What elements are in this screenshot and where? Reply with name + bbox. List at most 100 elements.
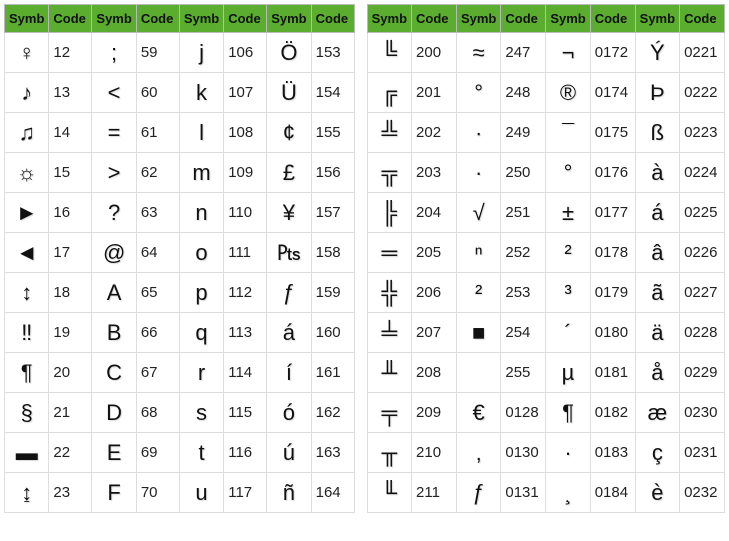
symbol-cell: E	[92, 433, 136, 473]
code-cell: 0172	[590, 33, 635, 73]
code-cell: 252	[501, 233, 546, 273]
code-cell: 164	[311, 473, 354, 513]
symbol-cell: ´	[546, 313, 590, 353]
symbol-cell: á	[635, 193, 679, 233]
code-cell: 0230	[680, 393, 725, 433]
symbol-cell: ╧	[367, 313, 411, 353]
symbol-cell: ₧	[267, 233, 311, 273]
symbol-cell: ■	[456, 313, 500, 353]
symbol-cell: ;	[92, 33, 136, 73]
symbol-cell: â	[635, 233, 679, 273]
symbol-cell: ñ	[267, 473, 311, 513]
code-cell: 206	[412, 273, 457, 313]
code-cell: 107	[224, 73, 267, 113]
symbol-cell: C	[92, 353, 136, 393]
code-cell: 0225	[680, 193, 725, 233]
table-row: ↕18A65p112ƒ159	[5, 273, 355, 313]
code-cell: 0231	[680, 433, 725, 473]
code-cell: 60	[136, 73, 179, 113]
symbol-cell: <	[92, 73, 136, 113]
table-row: §21D68s115ó162	[5, 393, 355, 433]
col-header-symb: Symb	[635, 5, 679, 33]
code-cell: 248	[501, 73, 546, 113]
code-cell: 70	[136, 473, 179, 513]
code-cell: 0222	[680, 73, 725, 113]
symbol-cell: l	[179, 113, 223, 153]
code-cell: 22	[49, 433, 92, 473]
code-cell: 59	[136, 33, 179, 73]
col-header-code: Code	[412, 5, 457, 33]
symbol-cell: ²	[456, 273, 500, 313]
symbol-cell: ¸	[546, 473, 590, 513]
table-row: ►16?63n110¥157	[5, 193, 355, 233]
table-row: ╦203·250°0176à0224	[367, 153, 724, 193]
symbol-cell: á	[267, 313, 311, 353]
symbol-cell: ╥	[367, 433, 411, 473]
symbol-cell: ·	[456, 153, 500, 193]
code-cell: 254	[501, 313, 546, 353]
col-header-symb: Symb	[367, 5, 411, 33]
symbol-cell: m	[179, 153, 223, 193]
code-cell: 68	[136, 393, 179, 433]
symbol-cell: °	[456, 73, 500, 113]
code-cell: 0184	[590, 473, 635, 513]
table-header-row: SymbCodeSymbCodeSymbCodeSymbCode	[367, 5, 724, 33]
code-cell: 250	[501, 153, 546, 193]
table-row: ╬206²253³0179ã0227	[367, 273, 724, 313]
code-cell: 154	[311, 73, 354, 113]
symbol-cell: Ý	[635, 33, 679, 73]
col-header-code: Code	[501, 5, 546, 33]
symbol-cell: ƒ	[267, 273, 311, 313]
symbol-cell: à	[635, 153, 679, 193]
code-cell: 209	[412, 393, 457, 433]
symbol-cell: °	[546, 153, 590, 193]
symbol-cell: ‚	[456, 433, 500, 473]
symbol-cell: ╩	[367, 113, 411, 153]
symbol-cell: p	[179, 273, 223, 313]
code-cell: 63	[136, 193, 179, 233]
code-cell: 255	[501, 353, 546, 393]
symbol-cell: ≈	[456, 33, 500, 73]
table-row: ╥210‚0130·0183ç0231	[367, 433, 724, 473]
table-row: ♫14=61l108¢155	[5, 113, 355, 153]
table-row: ♀12;59j106Ö153	[5, 33, 355, 73]
symbol-cell: ↨	[5, 473, 49, 513]
code-cell: 249	[501, 113, 546, 153]
symbol-cell: r	[179, 353, 223, 393]
code-cell: 69	[136, 433, 179, 473]
symbol-cell: ã	[635, 273, 679, 313]
symbol-cell: ╚	[367, 33, 411, 73]
symbol-cell: B	[92, 313, 136, 353]
symbol-cell: ╙	[367, 473, 411, 513]
code-cell: 0128	[501, 393, 546, 433]
symbol-cell: ╨	[367, 353, 411, 393]
symbol-cell: ╦	[367, 153, 411, 193]
symbol-cell: ¥	[267, 193, 311, 233]
table-row: ¶20C67r114í161	[5, 353, 355, 393]
code-cell: 247	[501, 33, 546, 73]
symbol-cell: s	[179, 393, 223, 433]
code-cell: 12	[49, 33, 92, 73]
code-cell: 65	[136, 273, 179, 313]
symbol-cell: ¯	[546, 113, 590, 153]
symbol-cell: t	[179, 433, 223, 473]
code-cell: 0131	[501, 473, 546, 513]
code-cell: 23	[49, 473, 92, 513]
code-cell: 0223	[680, 113, 725, 153]
symbol-cell: ╠	[367, 193, 411, 233]
code-cell: 211	[412, 473, 457, 513]
code-cell: 111	[224, 233, 267, 273]
code-cell: 158	[311, 233, 354, 273]
code-cell: 112	[224, 273, 267, 313]
code-cell: 253	[501, 273, 546, 313]
symbol-cell: k	[179, 73, 223, 113]
code-cell: 251	[501, 193, 546, 233]
col-header-code: Code	[590, 5, 635, 33]
symbol-cell: ç	[635, 433, 679, 473]
symbol-cell: ♀	[5, 33, 49, 73]
symbol-cell: ³	[546, 273, 590, 313]
symbol-cell: =	[92, 113, 136, 153]
col-header-symb: Symb	[546, 5, 590, 33]
table-row: ♪13<60k107Ü154	[5, 73, 355, 113]
symbol-cell	[456, 353, 500, 393]
